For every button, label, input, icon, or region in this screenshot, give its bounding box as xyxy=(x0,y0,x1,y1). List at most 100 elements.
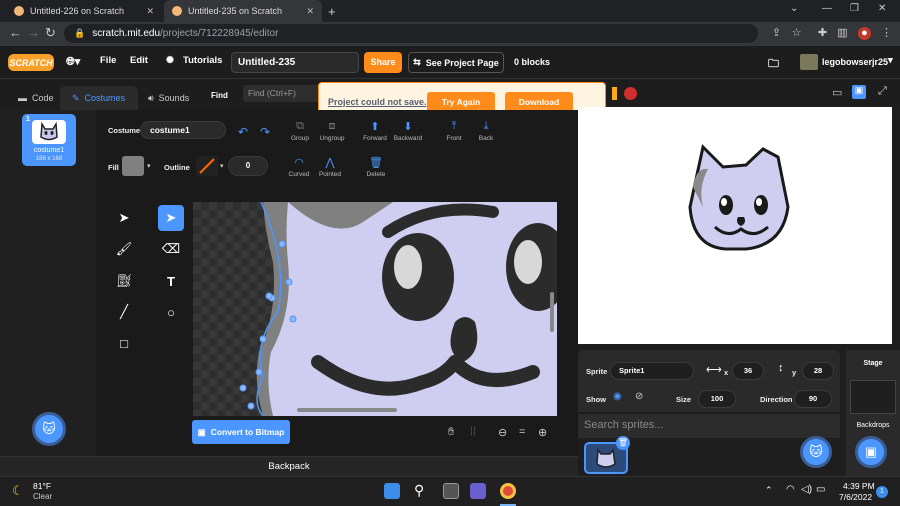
extensions-icon[interactable]: ✚ xyxy=(816,27,829,40)
weather-desc[interactable]: Clear xyxy=(33,492,52,501)
username[interactable]: legobowserjr25 xyxy=(822,57,888,67)
account-chevron-down-icon[interactable]: ▾ xyxy=(888,55,893,66)
edit-menu[interactable]: Edit xyxy=(130,55,148,66)
scratch-logo[interactable]: SCRATCH xyxy=(8,54,54,71)
project-title-input[interactable]: Untitled-235 xyxy=(231,52,359,73)
x-input[interactable]: 36 xyxy=(732,362,764,380)
tutorials-menu[interactable]: Tutorials xyxy=(183,55,222,66)
hidden-eye-icon[interactable]: ⊘ xyxy=(635,391,643,402)
chrome-app-icon[interactable] xyxy=(500,483,516,499)
find-input[interactable]: Find (Ctrl+F) xyxy=(243,85,321,102)
stage-canvas[interactable] xyxy=(578,107,892,344)
see-project-page-button[interactable]: ⇆ See Project Page xyxy=(408,52,504,73)
outline-color-swatch[interactable] xyxy=(196,156,218,176)
battery-icon[interactable]: ▭ xyxy=(816,484,825,495)
tab-costumes[interactable]: ✎ Costumes xyxy=(60,86,138,110)
zoom-out-icon[interactable]: ⊖ xyxy=(498,426,507,439)
file-menu[interactable]: File xyxy=(100,55,116,66)
wifi-icon[interactable]: ◠ xyxy=(786,484,795,495)
backward-button[interactable]: ⬇ Backward xyxy=(388,120,428,142)
tab-search-icon[interactable]: ⌄ xyxy=(790,3,798,14)
minimize-icon[interactable]: — xyxy=(822,3,832,14)
normal-stage-icon[interactable]: ▣ xyxy=(852,85,866,99)
chrome-menu-icon[interactable]: ⋮ xyxy=(880,27,893,40)
bookmark-star-icon[interactable]: ☆ xyxy=(790,27,803,40)
close-window-icon[interactable]: ✕ xyxy=(878,3,886,14)
browser-tab-1[interactable]: Untitled-226 on Scratch ✕ xyxy=(6,0,162,22)
text-tool[interactable]: T xyxy=(158,268,184,294)
forward-icon[interactable]: → xyxy=(27,25,40,40)
profile-avatar-icon[interactable]: ● xyxy=(858,27,871,40)
back-icon[interactable]: ← xyxy=(9,25,22,40)
close-tab-icon[interactable]: ✕ xyxy=(146,6,154,17)
address-bar[interactable]: 🔒 scratch.mit.edu/projects/712228945/edi… xyxy=(64,24,758,43)
fill-dropdown-icon[interactable]: ▾ xyxy=(147,162,151,170)
stage-selector[interactable]: Stage Backdrops ▣ xyxy=(846,350,900,476)
convert-to-bitmap-button[interactable]: ▣ Convert to Bitmap xyxy=(192,420,290,444)
notification-badge[interactable]: 1 xyxy=(876,486,888,498)
choose-costume-button[interactable]: 🐱︎ xyxy=(32,412,66,446)
rectangle-tool[interactable]: □ xyxy=(111,330,137,356)
fill-tool[interactable]: ⛽︎ xyxy=(111,268,137,294)
sprite-name-input[interactable]: Sprite1 xyxy=(610,362,694,380)
direction-input[interactable]: 90 xyxy=(794,390,832,408)
weather-temp[interactable]: 81°F xyxy=(33,481,51,491)
share-page-icon[interactable]: ⇪ xyxy=(770,27,783,40)
maximize-icon[interactable]: ❐ xyxy=(850,3,859,14)
zoom-in-icon[interactable]: ⊕ xyxy=(538,426,547,439)
clock-date[interactable]: 7/6/2022 xyxy=(839,492,872,502)
windows-start-icon[interactable] xyxy=(384,483,400,499)
back-button[interactable]: ⤓ Back xyxy=(466,120,506,142)
fullscreen-icon[interactable]: ⤢ xyxy=(878,85,887,98)
size-input[interactable]: 100 xyxy=(698,390,736,408)
outline-width-input[interactable]: 0 xyxy=(228,156,268,176)
volume-icon[interactable]: ◁) xyxy=(801,484,812,495)
fill-color-swatch[interactable] xyxy=(122,156,144,176)
outline-dropdown-icon[interactable]: ▾ xyxy=(220,162,224,170)
stop-icon[interactable] xyxy=(624,87,637,100)
tray-chevron-up-icon[interactable]: ⌃ xyxy=(765,485,773,496)
paint-canvas[interactable] xyxy=(193,202,557,416)
tab-sounds[interactable]: 🔊︎ Sounds xyxy=(136,86,201,110)
costume-thumbnail[interactable]: 1 costume1 166 x 168 xyxy=(22,114,76,166)
clock-time[interactable]: 4:39 PM xyxy=(843,481,875,491)
line-tool[interactable]: ╱ xyxy=(111,299,137,325)
search-sprites-input[interactable]: Search sprites... xyxy=(578,414,840,438)
share-button[interactable]: Share xyxy=(364,52,402,73)
choose-sprite-button[interactable]: 🐱︎ xyxy=(800,436,832,468)
avatar[interactable] xyxy=(800,54,818,70)
my-stuff-folder-icon[interactable]: 🗀 xyxy=(768,55,779,74)
search-icon[interactable]: ⚲ xyxy=(414,482,424,499)
close-tab-icon[interactable]: ✕ xyxy=(306,6,314,17)
brush-tool[interactable]: 🖌︎ xyxy=(111,236,137,262)
redo-icon[interactable]: ↷ xyxy=(260,125,270,139)
choose-backdrop-button[interactable]: ▣ xyxy=(855,436,887,468)
browser-tab-2[interactable]: Untitled-235 on Scratch ✕ xyxy=(164,0,322,22)
reshape-tool[interactable]: ➤ xyxy=(158,205,184,231)
teams-chat-icon[interactable] xyxy=(470,483,486,499)
bitmap-brush-icon[interactable]: ✋︎ xyxy=(448,426,454,439)
vector-mode-icon[interactable]: ⁞⁞ xyxy=(470,426,476,438)
zoom-reset-button[interactable]: = xyxy=(519,426,525,438)
select-tool[interactable]: ➤ xyxy=(111,205,137,231)
backpack-bar[interactable]: Backpack xyxy=(0,456,578,476)
small-stage-icon[interactable]: ▭ xyxy=(832,86,842,99)
stage-thumbnail[interactable] xyxy=(850,380,896,414)
circle-tool[interactable]: ○ xyxy=(158,299,184,325)
side-panel-icon[interactable]: ▥ xyxy=(836,27,849,40)
ungroup-button[interactable]: ⧈ Ungroup xyxy=(312,120,352,142)
green-flag-icon[interactable] xyxy=(612,87,617,100)
sprite-thumbnail[interactable]: 🗑︎ xyxy=(584,436,630,474)
undo-icon[interactable]: ↶ xyxy=(238,125,248,139)
y-input[interactable]: 28 xyxy=(802,362,834,380)
pointed-button[interactable]: ⋀ Pointed xyxy=(310,156,350,178)
delete-button[interactable]: 🗑︎ Delete xyxy=(356,156,396,178)
reload-icon[interactable]: ↻ xyxy=(45,25,56,41)
show-visible-eye-icon[interactable]: ◉ xyxy=(613,391,622,402)
costume-name-input[interactable]: costume1 xyxy=(140,121,226,139)
delete-sprite-trash-icon[interactable]: 🗑︎ xyxy=(616,436,630,450)
eraser-tool[interactable]: ⌫ xyxy=(158,236,184,262)
new-tab-icon[interactable]: + xyxy=(328,4,336,19)
globe-icon[interactable]: 🌐︎▾ xyxy=(66,55,80,69)
tab-code[interactable]: ▬ Code xyxy=(6,86,66,110)
